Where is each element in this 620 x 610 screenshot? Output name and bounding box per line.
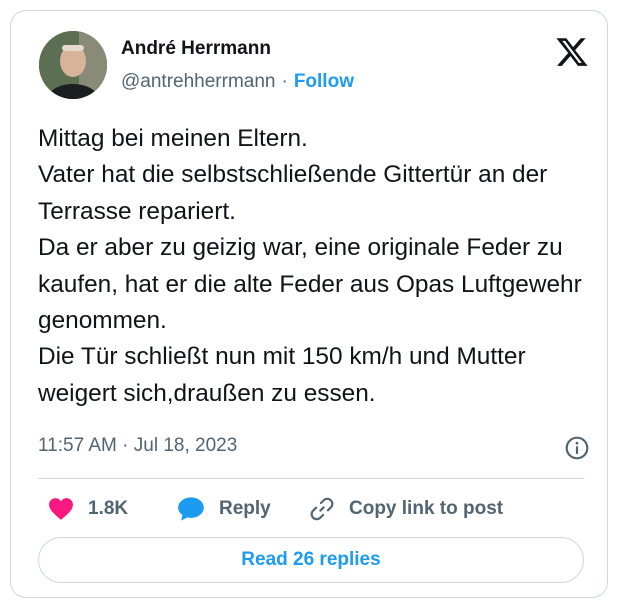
- like-count: 1.8K: [88, 498, 129, 519]
- copy-link-button[interactable]: Copy link to post: [309, 494, 503, 524]
- avatar-image: [39, 31, 107, 99]
- heart-icon: [49, 498, 73, 520]
- tweet-card: André Herrmann @antrehherrmann · Follow Mi…: [10, 10, 608, 598]
- follow-button[interactable]: Follow: [294, 71, 354, 92]
- divider: [38, 478, 584, 479]
- copy-link-label: Copy link to post: [349, 498, 504, 519]
- tweet-text: Mittag bei meinen Eltern. Vater hat die …: [38, 125, 582, 407]
- read-replies-button[interactable]: Read 26 replies: [38, 537, 584, 583]
- x-logo-icon[interactable]: [555, 35, 589, 69]
- avatar[interactable]: [39, 31, 107, 99]
- like-button[interactable]: 1.8K: [48, 494, 128, 524]
- author-name[interactable]: André Herrmann: [121, 38, 271, 60]
- author-handle-row: @antrehherrmann · Follow: [121, 71, 354, 93]
- tweet-timestamp[interactable]: 11:57 AM · Jul 18, 2023: [38, 435, 237, 457]
- info-icon[interactable]: [564, 435, 590, 461]
- separator-dot: ·: [281, 71, 288, 92]
- link-icon: [310, 497, 334, 521]
- reply-button[interactable]: Reply: [177, 494, 271, 524]
- speech-bubble-icon: [178, 497, 204, 521]
- reply-label: Reply: [219, 498, 271, 519]
- author-handle[interactable]: @antrehherrmann: [121, 71, 275, 92]
